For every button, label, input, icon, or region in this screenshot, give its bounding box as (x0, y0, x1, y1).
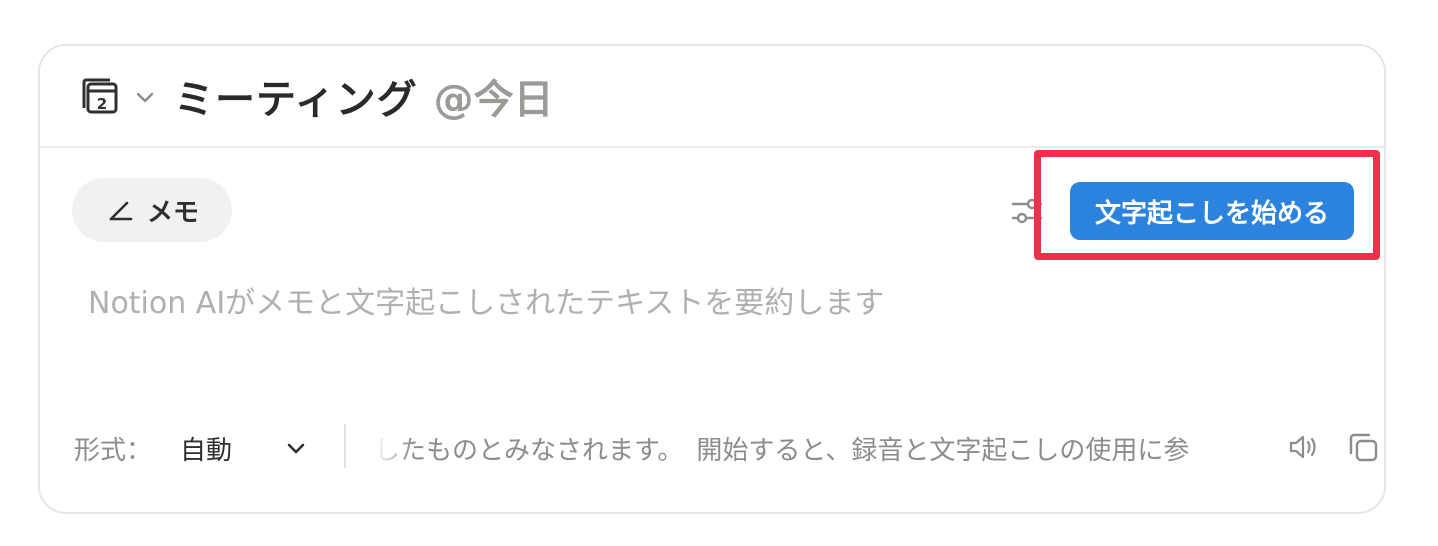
memo-label: メモ (146, 197, 199, 228)
memo-tab-button[interactable]: メモ (72, 178, 232, 242)
speaker-icon[interactable] (1286, 430, 1320, 464)
fade-left (374, 420, 414, 474)
format-dropdown[interactable]: 自動 (180, 430, 232, 467)
page-title[interactable]: ミーティング @今日 (174, 68, 554, 124)
consent-notice: したものとみなされます。 開始すると、録音と文字起こしの使用に参 (374, 420, 1274, 474)
consent-notice-text: したものとみなされます。 開始すると、録音と文字起こしの使用に参 (374, 436, 1190, 466)
pencil-icon (109, 201, 133, 221)
copy-icon[interactable] (1346, 430, 1380, 464)
format-label: 形式： (74, 436, 153, 466)
summary-placeholder[interactable]: Notion AIがメモと文字起こしされたテキストを要約します (88, 278, 884, 322)
svg-text:2: 2 (97, 95, 107, 113)
chevron-down-icon[interactable] (284, 436, 308, 460)
divider (344, 424, 346, 468)
meeting-header: 2 ミーティング @今日 (40, 46, 1384, 148)
meeting-title[interactable]: ミーティング (174, 67, 418, 125)
calendar-icon[interactable]: 2 (80, 76, 122, 118)
date-mention[interactable]: @今日 (434, 67, 554, 125)
meeting-notes-card: 2 ミーティング @今日 メモ 文字起こしを始める Notion AIがメモと文… (38, 44, 1386, 514)
highlight-box (1034, 150, 1380, 260)
chevron-down-icon[interactable] (134, 86, 156, 108)
footer-bar: 形式： 自動 したものとみなされます。 開始すると、録音と文字起こしの使用に参 (74, 420, 1378, 474)
fade-right (1234, 420, 1274, 474)
